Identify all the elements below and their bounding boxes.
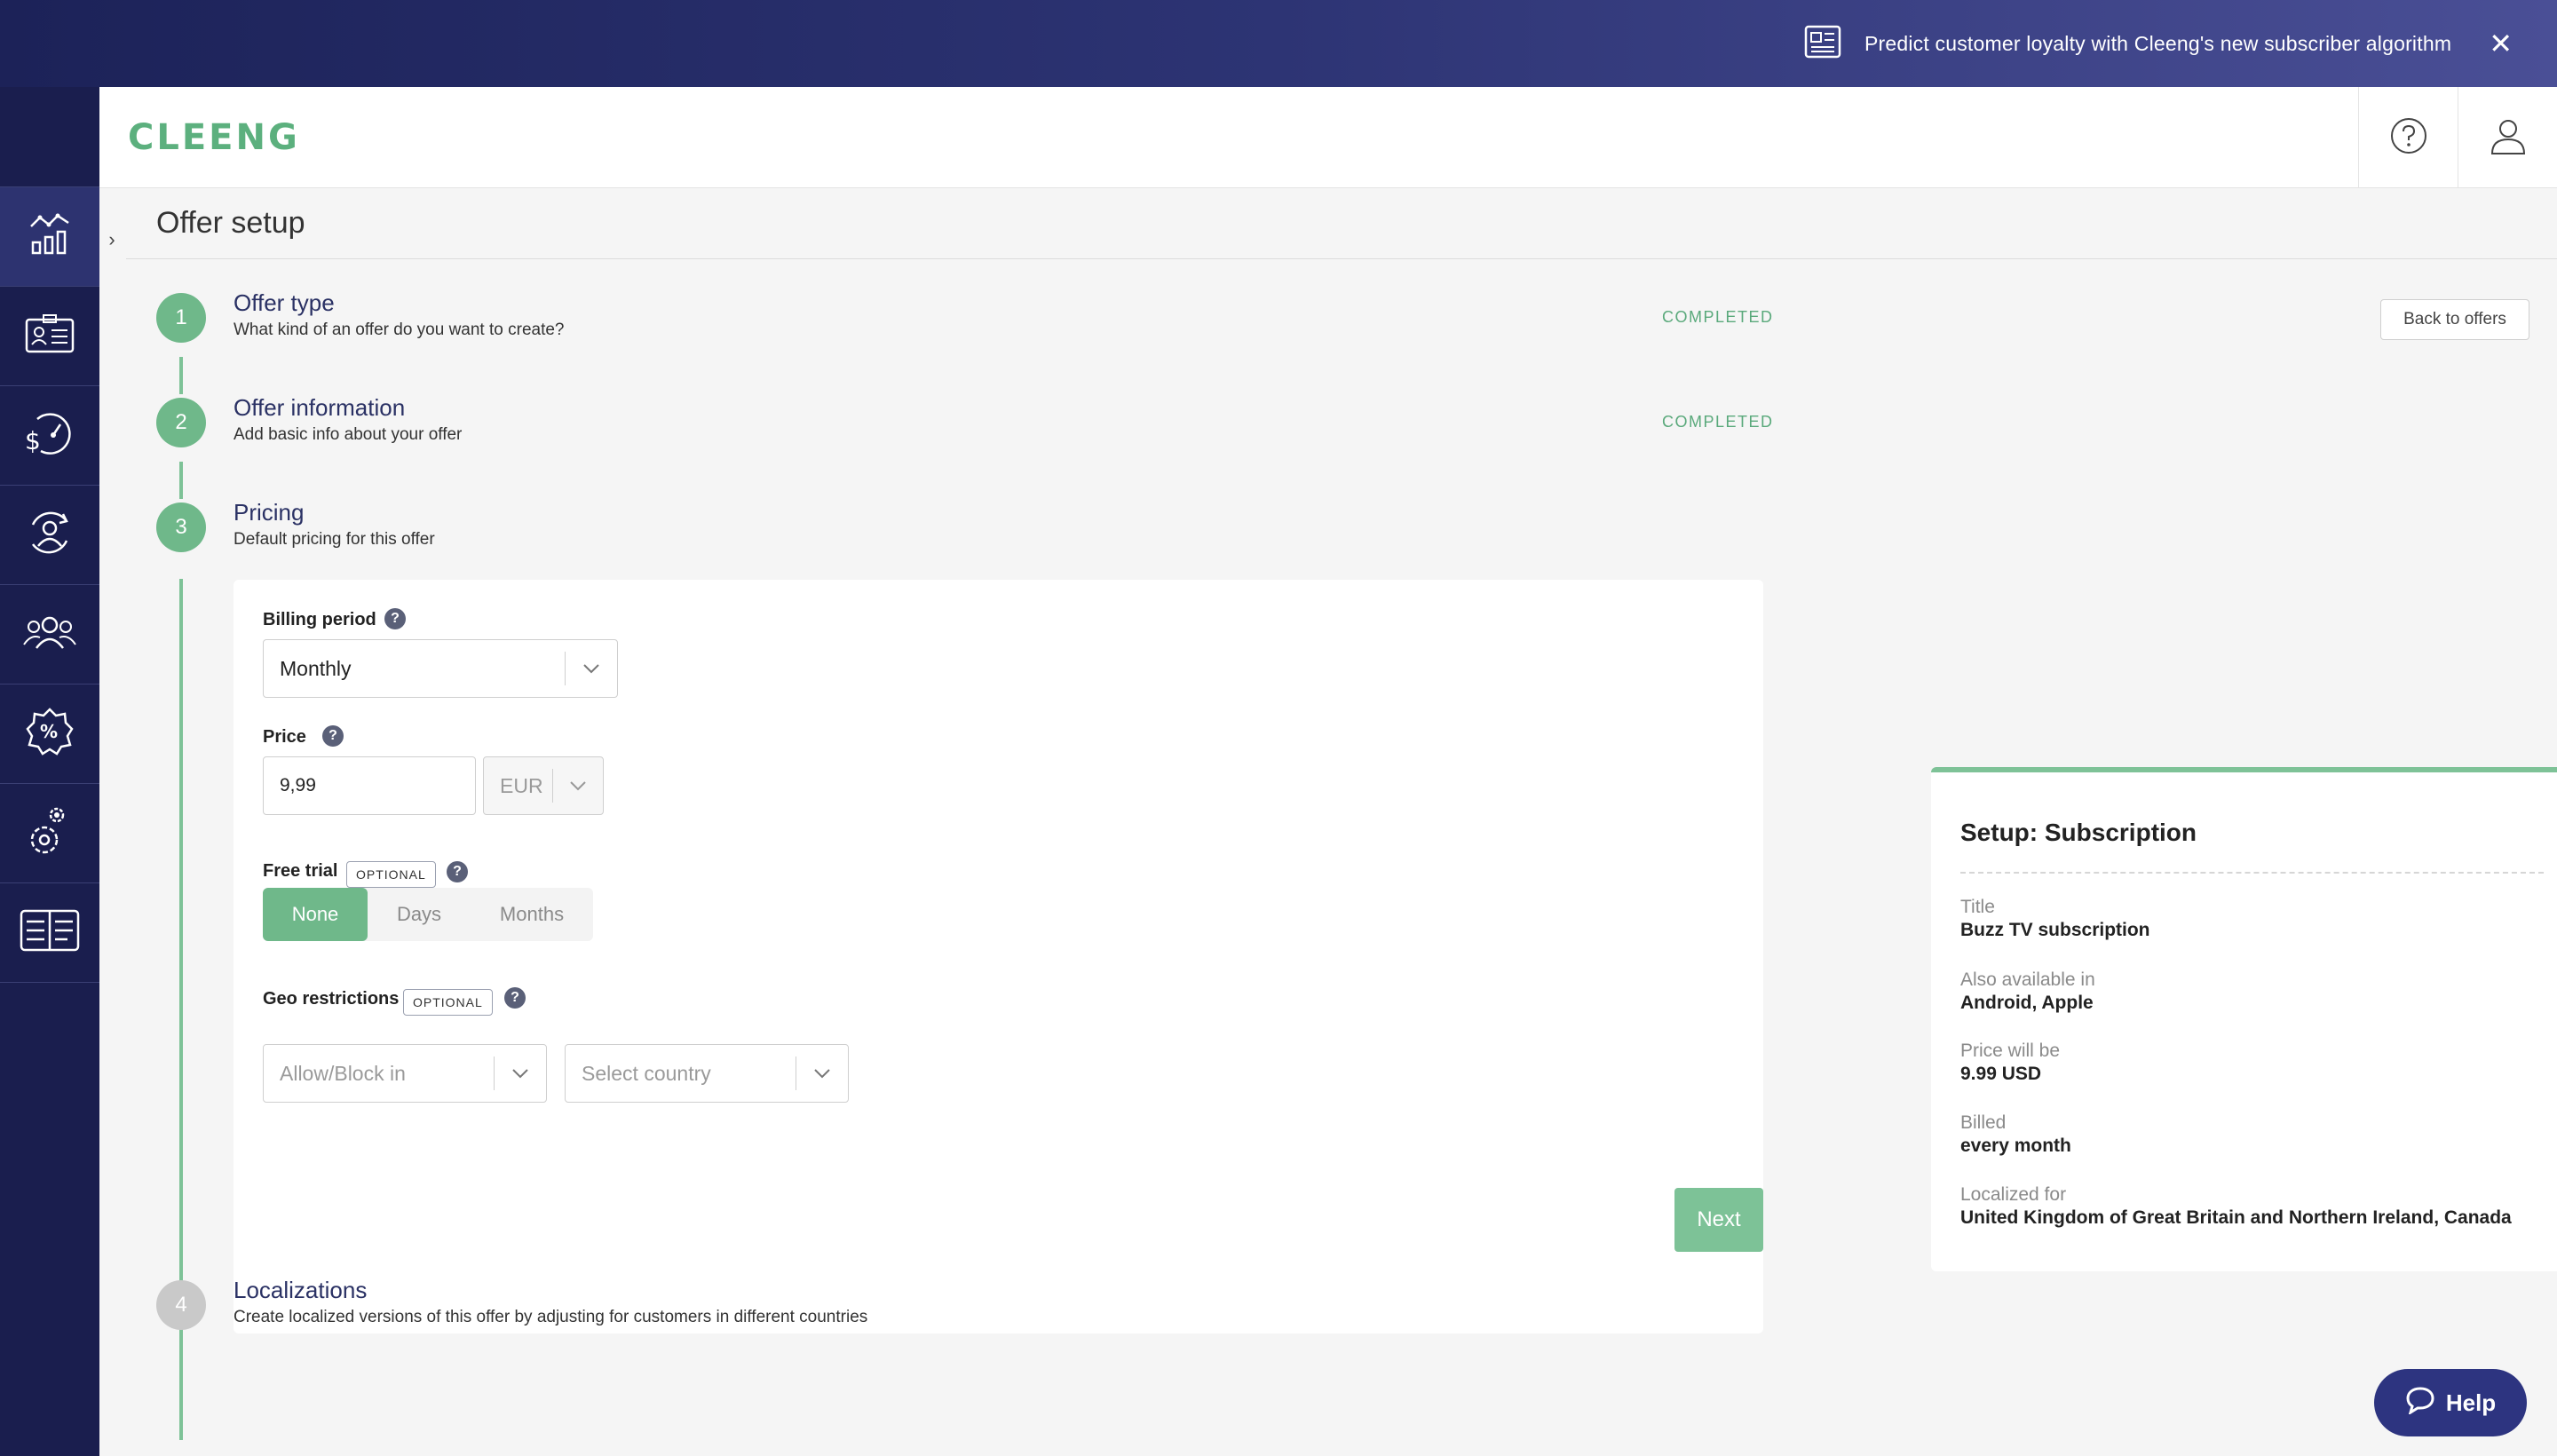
help-chat-button[interactable]: Help [2374, 1369, 2527, 1436]
chevron-down-icon [566, 663, 617, 674]
sidebar-item-settings[interactable] [0, 784, 99, 883]
sidebar-item-offers[interactable] [0, 287, 99, 386]
price-input[interactable]: 9,99 [263, 756, 476, 815]
geo-restrictions-label: Geo restrictions [263, 989, 400, 1009]
step-1-number: 1 [156, 293, 206, 343]
trial-option-months[interactable]: Months [471, 888, 593, 941]
currency-value: EUR [500, 773, 543, 797]
sidebar-item-customers[interactable] [0, 585, 99, 684]
user-icon [2489, 116, 2528, 160]
top-header: CLEENG [99, 87, 2557, 188]
step-connector [179, 462, 183, 499]
free-trial-selector: None Days Months [263, 888, 593, 941]
user-cycle-icon [24, 507, 75, 563]
sidebar-toggle[interactable]: › [99, 222, 124, 257]
banner-content: Predict customer loyalty with Cleeng's n… [1804, 0, 2513, 87]
step-3-number: 3 [156, 502, 206, 552]
step-2-number: 2 [156, 398, 206, 447]
sidebar: $ % [0, 87, 99, 1456]
question-circle-icon [2389, 116, 2428, 160]
id-card-icon [24, 313, 75, 360]
discount-badge-icon: % [25, 707, 75, 761]
step-1-title[interactable]: Offer type [234, 289, 335, 317]
step-2-subtitle: Add basic info about your offer [234, 425, 463, 444]
svg-text:%: % [40, 721, 58, 742]
summary-label: Localized for [1960, 1184, 2067, 1205]
step-2-status: COMPLETED [1662, 413, 1774, 431]
billing-help-icon[interactable]: ? [384, 608, 406, 629]
geo-mode-placeholder: Allow/Block in [280, 1061, 406, 1085]
step-3-title: Pricing [234, 499, 305, 526]
optional-tag: OPTIONAL [403, 989, 493, 1016]
step-connector [179, 357, 183, 394]
summary-value: every month [1960, 1136, 2071, 1156]
offer-summary-card: Setup: Subscription Title Buzz TV subscr… [1931, 767, 2557, 1271]
chevron-down-icon [553, 780, 603, 791]
cleeng-logo[interactable]: CLEENG [128, 117, 300, 158]
banner-text[interactable]: Predict customer loyalty with Cleeng's n… [1864, 32, 2451, 56]
price-help-icon[interactable]: ? [322, 725, 344, 747]
free-trial-label: Free trial [263, 861, 338, 881]
summary-value: United Kingdom of Great Britain and Nort… [1960, 1207, 2512, 1228]
sidebar-item-documentation[interactable] [0, 883, 99, 983]
step-1-status: COMPLETED [1662, 308, 1774, 326]
announcement-banner: Predict customer loyalty with Cleeng's n… [0, 0, 2557, 87]
country-placeholder: Select country [582, 1061, 711, 1085]
optional-tag: OPTIONAL [346, 861, 436, 888]
close-icon[interactable]: ✕ [2489, 27, 2513, 60]
billing-period-value: Monthly [280, 656, 352, 680]
svg-text:$: $ [25, 426, 41, 455]
newspaper-icon [1804, 25, 1841, 63]
account-button[interactable] [2458, 87, 2557, 188]
sidebar-item-revenue[interactable]: $ [0, 386, 99, 486]
step-4-title: Localizations [234, 1277, 368, 1303]
price-label: Price [263, 727, 306, 747]
summary-label: Title [1960, 897, 1995, 917]
geo-help-icon[interactable]: ? [504, 987, 526, 1009]
trial-option-days[interactable]: Days [368, 888, 471, 941]
help-label: Help [2445, 1389, 2497, 1416]
back-to-offers-button[interactable]: Back to offers [2380, 299, 2529, 340]
billing-period-select[interactable]: Monthly [263, 639, 618, 698]
page-title: Offer setup [156, 206, 305, 240]
step-1-subtitle: What kind of an offer do you want to cre… [234, 320, 565, 339]
gears-icon [25, 803, 75, 864]
geo-mode-select[interactable]: Allow/Block in [263, 1044, 547, 1103]
main-content: Offer setup Back to offers 1 Offer type … [126, 188, 2557, 1456]
country-select[interactable]: Select country [565, 1044, 849, 1103]
page-title-bar: Offer setup [126, 188, 2557, 259]
sidebar-item-retention[interactable] [0, 486, 99, 585]
chevron-down-icon [495, 1068, 546, 1079]
summary-label: Price will be [1960, 1041, 2061, 1061]
summary-title: Setup: Subscription [1960, 819, 2197, 846]
free-trial-help-icon[interactable]: ? [447, 861, 468, 882]
chevron-down-icon [796, 1068, 848, 1079]
summary-value: Android, Apple [1960, 993, 2094, 1013]
open-book-icon [20, 909, 80, 956]
summary-label: Billed [1960, 1112, 2007, 1133]
sidebar-item-analytics[interactable] [0, 187, 99, 287]
trial-option-none[interactable]: None [263, 888, 368, 941]
billing-period-label: Billing period [263, 610, 376, 629]
next-button[interactable]: Next [1674, 1188, 1763, 1252]
help-center-button[interactable] [2358, 87, 2458, 188]
summary-value: Buzz TV subscription [1960, 920, 2150, 940]
step-4-number: 4 [156, 1280, 206, 1330]
chat-bubble-icon [2405, 1386, 2435, 1420]
sidebar-item-coupons[interactable]: % [0, 684, 99, 784]
step-2-title[interactable]: Offer information [234, 394, 405, 422]
dollar-gauge-icon: $ [23, 408, 76, 463]
step-3-subtitle: Default pricing for this offer [234, 530, 435, 549]
summary-label: Also available in [1960, 969, 2095, 990]
summary-value: 9.99 USD [1960, 1064, 2042, 1084]
step-4-subtitle: Create localized versions of this offer … [234, 1308, 868, 1326]
users-icon [22, 611, 77, 658]
analytics-icon [28, 212, 72, 261]
summary-divider [1960, 872, 2544, 874]
currency-select[interactable]: EUR [483, 756, 604, 815]
